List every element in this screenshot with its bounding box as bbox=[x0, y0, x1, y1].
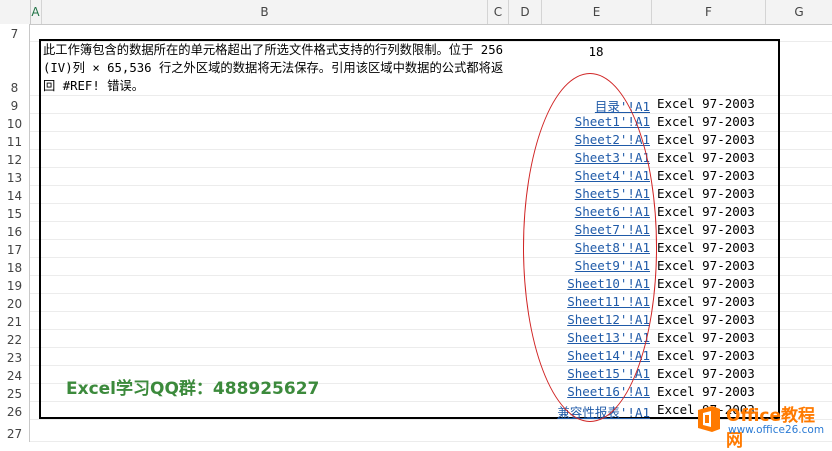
version-cell: Excel 97-2003 bbox=[657, 168, 755, 183]
column-header-c[interactable]: C bbox=[488, 0, 509, 24]
column-header-f[interactable]: F bbox=[652, 0, 766, 24]
version-cell: Excel 97-2003 bbox=[657, 114, 755, 129]
sheet-link[interactable]: Sheet3'!A1 bbox=[575, 150, 650, 165]
row-header-16[interactable]: 16 bbox=[0, 222, 30, 240]
occurrence-count: 18 bbox=[588, 44, 604, 59]
sheet-link[interactable]: Sheet1'!A1 bbox=[575, 114, 650, 129]
row-header-8[interactable]: 8 bbox=[0, 42, 30, 96]
row-header-13[interactable]: 13 bbox=[0, 168, 30, 186]
column-header-a[interactable]: A bbox=[30, 0, 42, 24]
column-header-b[interactable]: B bbox=[42, 0, 488, 24]
version-cell: Excel 97-2003 bbox=[657, 294, 755, 309]
version-cell: Excel 97-2003 bbox=[657, 186, 755, 201]
row-header-20[interactable]: 20 bbox=[0, 294, 30, 312]
sheet-link[interactable]: Sheet6'!A1 bbox=[575, 204, 650, 219]
watermark-url: www.office26.com bbox=[728, 424, 825, 436]
row-header-23[interactable]: 23 bbox=[0, 348, 30, 366]
version-cell: Excel 97-2003 bbox=[657, 240, 755, 255]
row-header-14[interactable]: 14 bbox=[0, 186, 30, 204]
compatibility-message: 此工作簿包含的数据所在的单元格超出了所选文件格式支持的行列数限制。位于 256 … bbox=[43, 43, 504, 93]
version-cell: Excel 97-2003 bbox=[657, 384, 755, 399]
version-cell: Excel 97-2003 bbox=[657, 222, 755, 237]
watermark: Office教程网 www.office26.com bbox=[690, 400, 830, 451]
sheet-link[interactable]: Sheet11'!A1 bbox=[567, 294, 650, 309]
version-cell: Excel 97-2003 bbox=[657, 96, 755, 111]
version-cell: Excel 97-2003 bbox=[657, 276, 755, 291]
row-header-12[interactable]: 12 bbox=[0, 150, 30, 168]
sheet-link[interactable]: Sheet10'!A1 bbox=[567, 276, 650, 291]
sheet-link[interactable]: Sheet14'!A1 bbox=[567, 348, 650, 363]
sheet-link[interactable]: Sheet9'!A1 bbox=[575, 258, 650, 273]
column-header-e[interactable]: E bbox=[542, 0, 652, 24]
version-cell: Excel 97-2003 bbox=[657, 366, 755, 381]
sheet-link[interactable]: Sheet2'!A1 bbox=[575, 132, 650, 147]
row-header-10[interactable]: 10 bbox=[0, 114, 30, 132]
sheet-link[interactable]: Sheet15'!A1 bbox=[567, 366, 650, 381]
row-header-18[interactable]: 18 bbox=[0, 258, 30, 276]
sheet-link[interactable]: 目录'!A1 bbox=[595, 96, 650, 115]
sheet-link[interactable]: Sheet16'!A1 bbox=[567, 384, 650, 399]
row-header-11[interactable]: 11 bbox=[0, 132, 30, 150]
office-logo-icon bbox=[698, 406, 720, 432]
version-cell: Excel 97-2003 bbox=[657, 330, 755, 345]
version-cell: Excel 97-2003 bbox=[657, 258, 755, 273]
column-header-bar: A B C D E F G bbox=[0, 0, 832, 25]
sheet-link[interactable]: Sheet7'!A1 bbox=[575, 222, 650, 237]
version-cell: Excel 97-2003 bbox=[657, 204, 755, 219]
row-header-15[interactable]: 15 bbox=[0, 204, 30, 222]
sheet-link[interactable]: Sheet8'!A1 bbox=[575, 240, 650, 255]
row-header-25[interactable]: 25 bbox=[0, 384, 30, 402]
sheet-link[interactable]: Sheet12'!A1 bbox=[567, 312, 650, 327]
sheet-link[interactable]: Sheet13'!A1 bbox=[567, 330, 650, 345]
row-header-26[interactable]: 26 bbox=[0, 402, 30, 420]
column-header-d[interactable]: D bbox=[509, 0, 542, 24]
spreadsheet: A B C D E F G 7 8 9 10 11 12 13 14 15 16 17 18 19 20 2… bbox=[0, 0, 832, 451]
row-header-22[interactable]: 22 bbox=[0, 330, 30, 348]
version-cell: Excel 97-2003 bbox=[657, 312, 755, 327]
row-header-9[interactable]: 9 bbox=[0, 96, 30, 114]
row-header-19[interactable]: 19 bbox=[0, 276, 30, 294]
sheet-link[interactable]: 兼容性报表'!A1 bbox=[557, 402, 650, 421]
row-header-7[interactable]: 7 bbox=[0, 24, 30, 42]
version-cell: Excel 97-2003 bbox=[657, 348, 755, 363]
sheet-link[interactable]: Sheet5'!A1 bbox=[575, 186, 650, 201]
sheet-link[interactable]: Sheet4'!A1 bbox=[575, 168, 650, 183]
row-header-17[interactable]: 17 bbox=[0, 240, 30, 258]
version-cell: Excel 97-2003 bbox=[657, 132, 755, 147]
row-header-27[interactable]: 27 bbox=[0, 420, 30, 442]
row-header-21[interactable]: 21 bbox=[0, 312, 30, 330]
row-header-24[interactable]: 24 bbox=[0, 366, 30, 384]
qq-group-text: Excel学习QQ群：488925627 bbox=[66, 379, 320, 399]
column-header-g[interactable]: G bbox=[766, 0, 832, 24]
select-all-corner[interactable] bbox=[0, 0, 31, 24]
version-cell: Excel 97-2003 bbox=[657, 150, 755, 165]
